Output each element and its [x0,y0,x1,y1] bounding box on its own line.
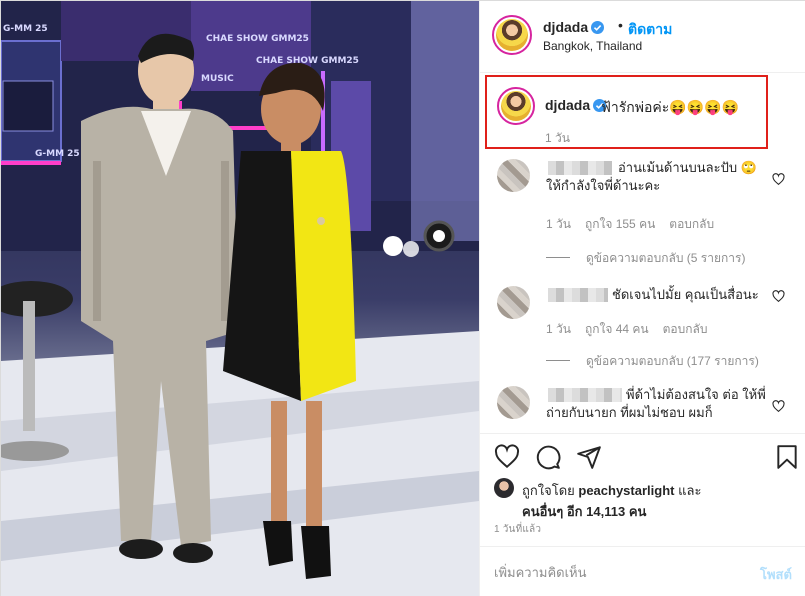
add-comment-bar: โพสต์ [480,546,805,596]
author-username[interactable]: djdada [543,19,605,35]
bookmark-icon[interactable] [774,444,800,470]
instagram-post-window: G-MM 25 G-MM 25 CHAE SHOW GMM25 CHAE SHO… [0,0,805,596]
liker-username[interactable]: peachystarlight [578,483,674,498]
studio-sign-2: G-MM 25 [35,149,80,159]
post-timestamp[interactable]: 1 วันที่แล้ว [494,522,541,537]
comments-list[interactable]: djdada ฟ้ารักพ่อค่ะ😝😝😝😝 1 วัน อ่านเม้นด้… [480,73,805,433]
view-replies[interactable]: ดูข้อความตอบกลับ (177 รายการ) [546,352,759,371]
studio-sign-5: MUSIC [201,74,234,84]
commenter-avatar-blurred[interactable] [497,286,530,319]
post-header: djdada • ติดตาม Bangkok, Thailand [480,1,805,73]
heart-icon[interactable] [494,444,520,470]
like-comment-heart-icon[interactable] [772,173,785,186]
post-location[interactable]: Bangkok, Thailand [543,39,642,53]
comment-input[interactable] [494,561,734,583]
share-icon[interactable] [576,444,602,470]
caption-avatar[interactable] [497,87,535,125]
verified-badge-icon [591,21,605,34]
follow-button[interactable]: ติดตาม [628,19,672,41]
caption-time[interactable]: 1 วัน [545,129,570,148]
view-replies[interactable]: ดูข้อความตอบกลับ (5 รายการ) [546,249,745,268]
likes-line-1: ถูกใจโดย peachystarlight และ [522,483,702,498]
reply-button[interactable]: ตอบกลับ [669,217,714,231]
caption-username[interactable]: djdada [545,97,607,113]
reply-button[interactable]: ตอบกลับ [663,322,708,336]
comment-time[interactable]: 1 วัน [546,322,571,336]
studio-sign-4: CHAE SHOW GMM25 [256,56,359,66]
commenter-avatar-blurred[interactable] [497,159,530,192]
author-avatar[interactable] [492,15,532,55]
likes-count[interactable]: คนอื่นๆ อีก 14,113 คน [522,501,646,522]
comment-likes[interactable]: ถูกใจ 155 คน [585,217,655,231]
like-comment-heart-icon[interactable] [772,400,785,413]
comment-meta: 1 วัน ถูกใจ 44 คน ตอบกลับ [546,320,721,339]
comment-likes[interactable]: ถูกใจ 44 คน [585,322,649,336]
studio-sign-1: G-MM 25 [3,24,48,34]
post-photo[interactable]: G-MM 25 G-MM 25 CHAE SHOW GMM25 CHAE SHO… [1,1,479,596]
header-separator: • [618,17,623,33]
liker-avatar[interactable] [494,478,514,498]
caption-highlight: djdada ฟ้ารักพ่อค่ะ😝😝😝😝 1 วัน [485,75,768,149]
comment-icon[interactable] [535,444,561,470]
caption-text: ฟ้ารักพ่อค่ะ😝😝😝😝 [601,99,740,115]
post-details-panel: djdada • ติดตาม Bangkok, Thailand djdada… [479,1,805,596]
comment-text: ชัดเจนไปมั้ย คุณเป็นสื่อนะ [612,287,759,302]
comment-meta: 1 วัน ถูกใจ 155 คน ตอบกลับ [546,215,728,234]
comment-text: อ่านเม้นด้านบนละปับ 🙄 ให้กำลังใจพี่ด้านะ… [546,160,757,193]
comment-text: พี่ด้าไม่ต้องสนใจ ต่อ ให้พี่ถ่ายกับนายก … [546,387,766,420]
photo-illustration: G-MM 25 G-MM 25 CHAE SHOW GMM25 CHAE SHO… [1,1,479,596]
post-comment-button[interactable]: โพสต์ [760,564,792,585]
studio-sign-3: CHAE SHOW GMM25 [206,34,309,44]
comment-time[interactable]: 1 วัน [546,217,571,231]
like-comment-heart-icon[interactable] [772,290,785,303]
commenter-avatar-blurred[interactable] [497,386,530,419]
